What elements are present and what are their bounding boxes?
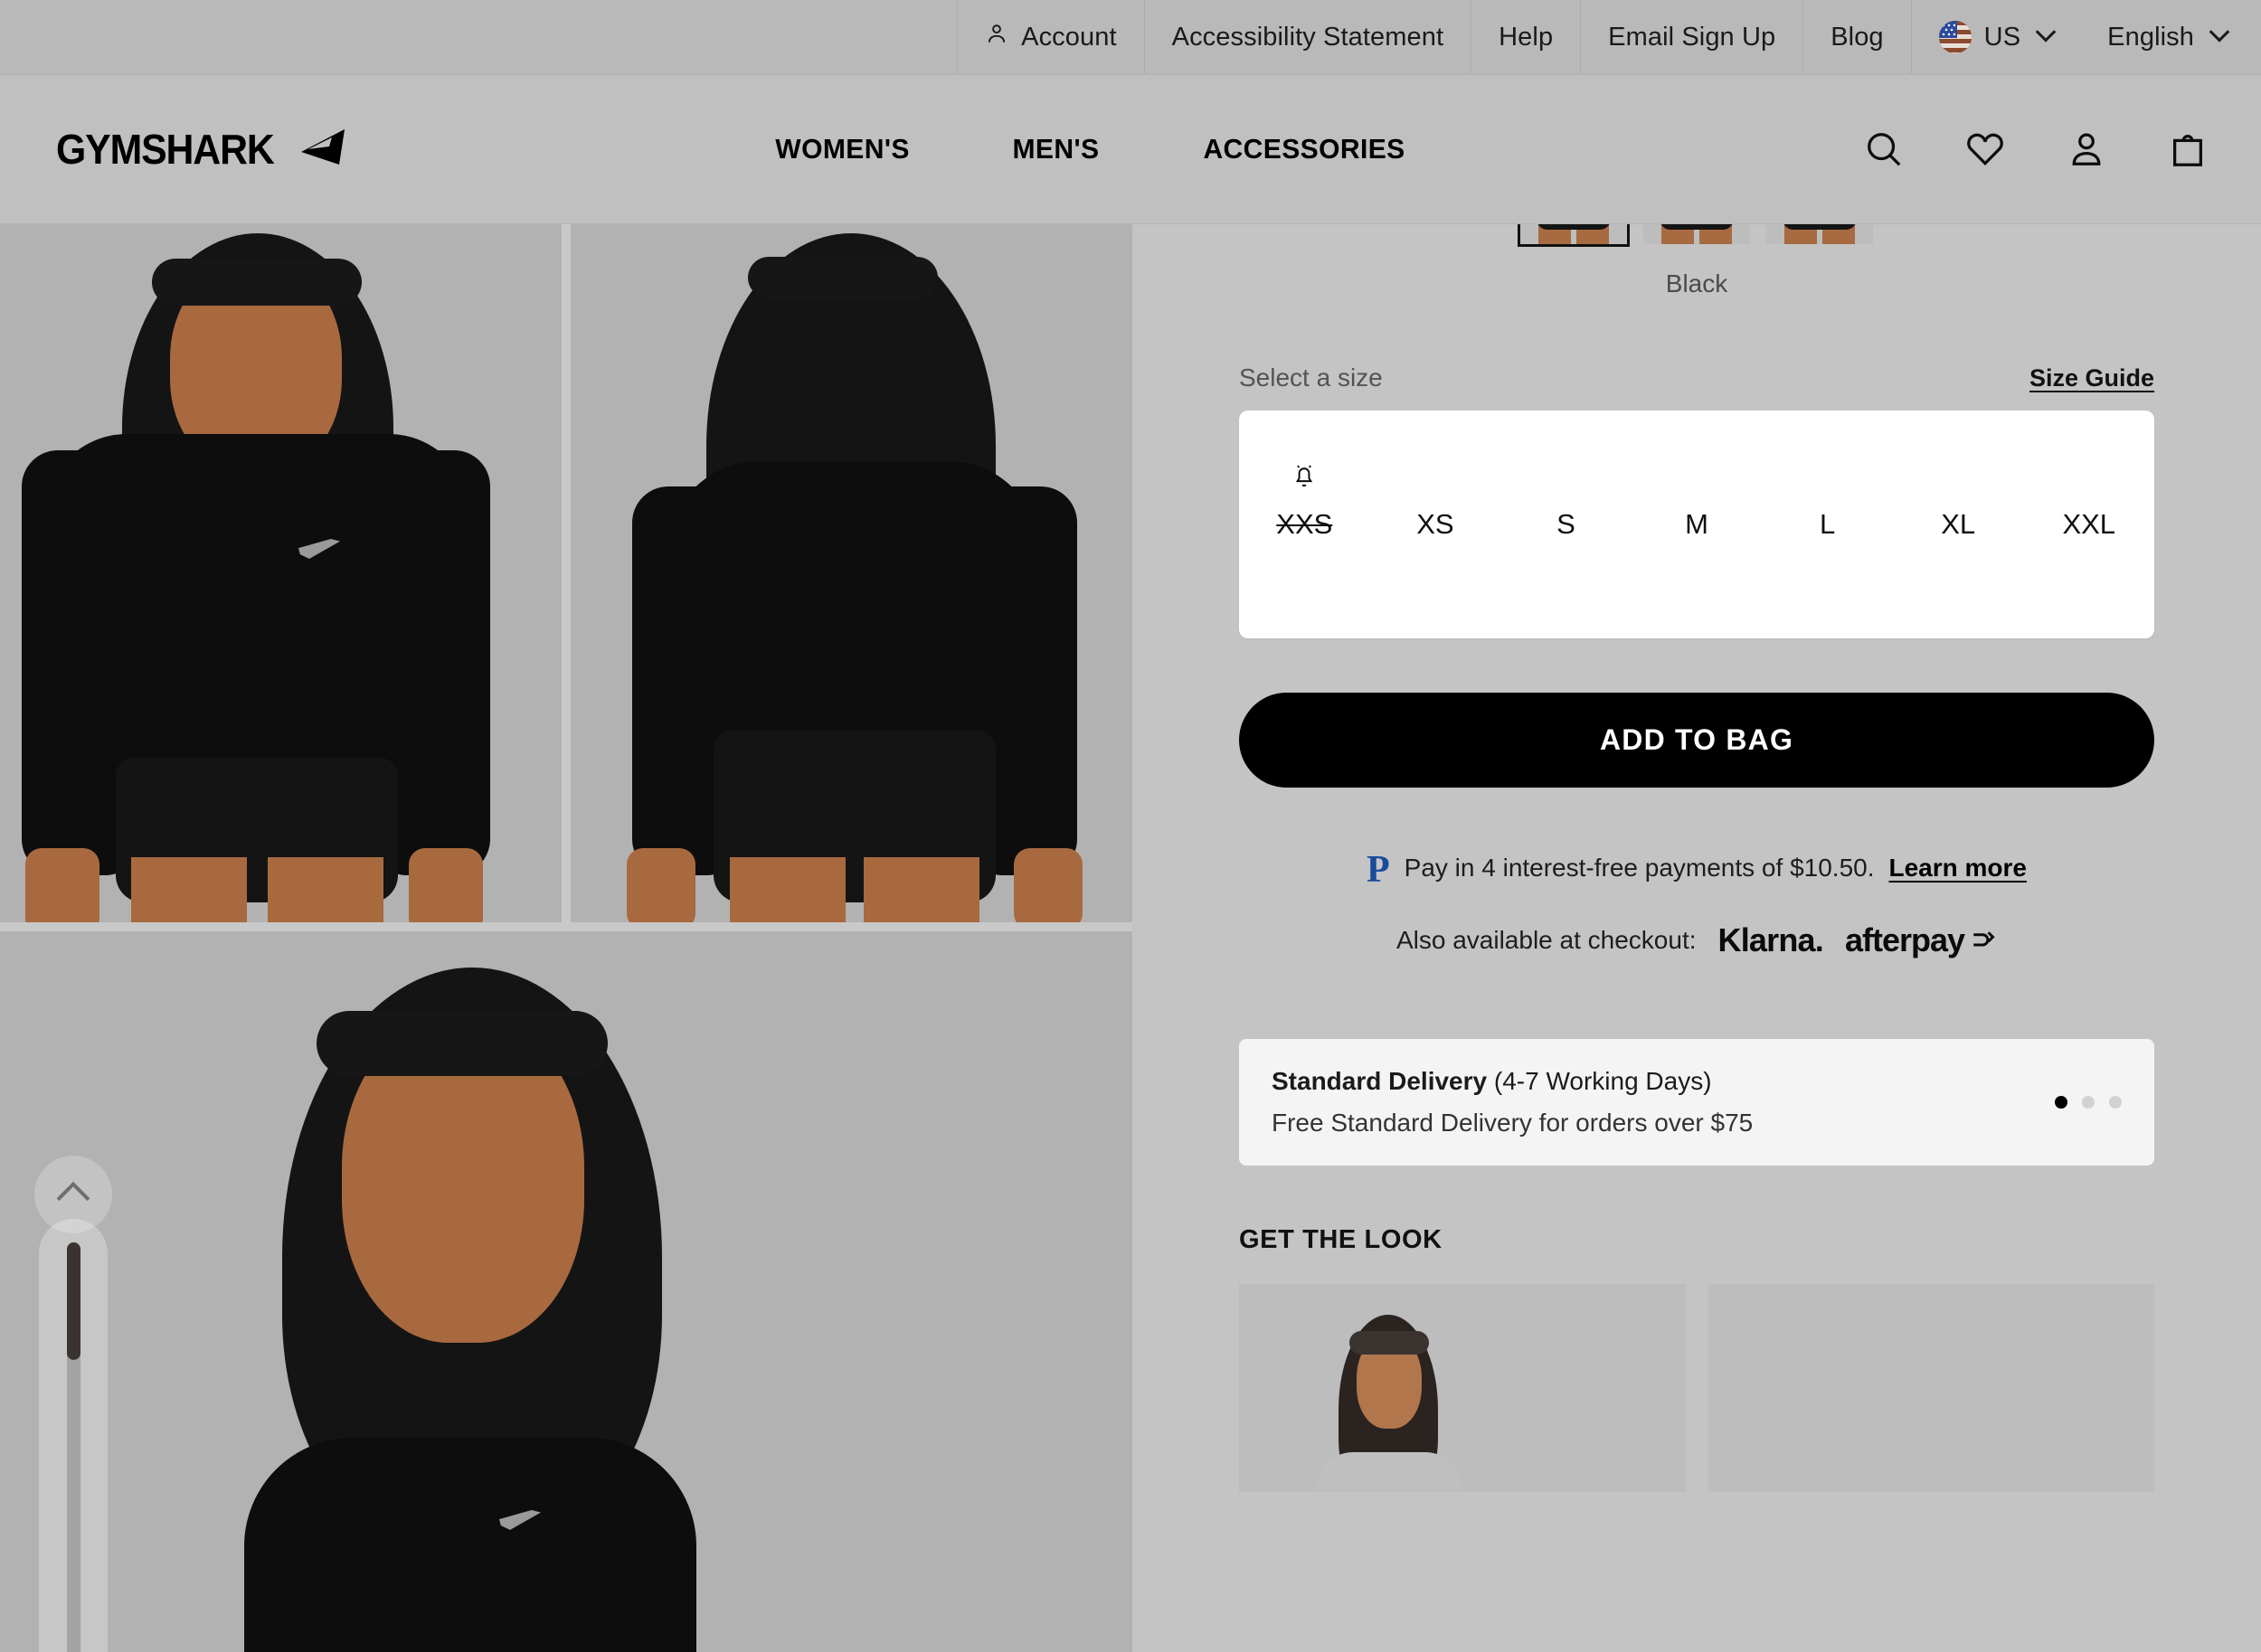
page-content: Black Select a size Size Guide XXS XS S … bbox=[0, 224, 2261, 1652]
size-option-xxl[interactable]: XXL bbox=[2023, 508, 2154, 541]
model-closeup bbox=[0, 931, 1132, 1652]
paypal-learn-more-link[interactable]: Learn more bbox=[1889, 854, 2028, 883]
gallery-tile-back-view[interactable] bbox=[571, 224, 1132, 922]
person-icon bbox=[985, 22, 1008, 52]
utility-item-blog[interactable]: Blog bbox=[1802, 0, 1910, 74]
paypal-installment-text: Pay in 4 interest-free payments of $10.5… bbox=[1404, 854, 1875, 882]
utility-item-account[interactable]: Account bbox=[957, 0, 1144, 74]
country-selector[interactable]: US bbox=[1910, 0, 2081, 74]
select-size-label: Select a size bbox=[1239, 363, 1383, 392]
utility-item-help[interactable]: Help bbox=[1471, 0, 1580, 74]
color-swatch-row bbox=[1239, 224, 2154, 247]
model-back bbox=[571, 224, 1132, 922]
notify-bell-icon[interactable] bbox=[1291, 461, 1318, 497]
gallery-scrollbar-track[interactable] bbox=[39, 1219, 108, 1652]
size-option-xs[interactable]: XS bbox=[1370, 508, 1501, 541]
delivery-window: (4-7 Working Days) bbox=[1493, 1067, 1712, 1095]
product-gallery bbox=[0, 224, 1132, 1652]
nav-link-mens[interactable]: MEN'S bbox=[1013, 133, 1100, 165]
size-option-label: M bbox=[1685, 508, 1708, 540]
nav-icon-group bbox=[1863, 128, 2209, 170]
carousel-dot-1[interactable] bbox=[2055, 1096, 2067, 1109]
utility-item-accessibility[interactable]: Accessibility Statement bbox=[1143, 0, 1471, 74]
delivery-text-block: Standard Delivery (4-7 Working Days) Fre… bbox=[1272, 1067, 1753, 1138]
color-swatch-black[interactable] bbox=[1518, 224, 1630, 247]
carousel-dot-3[interactable] bbox=[2109, 1096, 2122, 1109]
delivery-carousel-dots bbox=[2055, 1096, 2122, 1109]
gallery-scrollbar-thumb[interactable] bbox=[66, 1242, 80, 1360]
nav-link-womens[interactable]: WOMEN'S bbox=[775, 133, 910, 165]
klarna-logo: Klarna. bbox=[1717, 921, 1824, 958]
size-option-xxs[interactable]: XXS bbox=[1239, 465, 1370, 541]
delivery-title-row: Standard Delivery (4-7 Working Days) bbox=[1272, 1067, 1753, 1096]
carousel-dot-2[interactable] bbox=[2082, 1096, 2095, 1109]
size-option-label: XS bbox=[1416, 508, 1454, 540]
search-icon[interactable] bbox=[1863, 128, 1905, 170]
size-option-label: XL bbox=[1941, 508, 1976, 540]
utility-item-label: Blog bbox=[1831, 22, 1884, 52]
size-option-label: S bbox=[1556, 508, 1575, 540]
utility-item-email-signup[interactable]: Email Sign Up bbox=[1580, 0, 1802, 74]
utility-item-label: Email Sign Up bbox=[1608, 22, 1776, 52]
utility-item-label: Account bbox=[1021, 22, 1117, 52]
chevron-down-icon bbox=[2209, 22, 2230, 42]
delivery-info-card[interactable]: Standard Delivery (4-7 Working Days) Fre… bbox=[1239, 1039, 2154, 1166]
size-option-label: L bbox=[1819, 508, 1836, 540]
gallery-row-top bbox=[0, 224, 1132, 922]
size-selector: XXS XS S M L XL XXL bbox=[1239, 411, 2154, 638]
country-label: US bbox=[1983, 22, 2021, 52]
checkout-providers-label: Also available at checkout: bbox=[1395, 926, 1697, 954]
delivery-title: Standard Delivery bbox=[1272, 1067, 1488, 1095]
checkout-providers-row: Also available at checkout: Klarna. afte… bbox=[1239, 921, 2154, 959]
main-navigation: GYMSHARK WOMEN'S MEN'S ACCESSORIES bbox=[0, 75, 2261, 224]
bag-icon[interactable] bbox=[2167, 128, 2209, 170]
gallery-row-bottom bbox=[0, 931, 1132, 1652]
account-icon[interactable] bbox=[2066, 128, 2107, 170]
logo-wordmark: GYMSHARK bbox=[56, 126, 275, 173]
paypal-icon: P bbox=[1366, 849, 1390, 891]
get-the-look-grid bbox=[1239, 1284, 2154, 1492]
afterpay-logo: afterpay bbox=[1845, 921, 1997, 959]
gymshark-logo[interactable]: GYMSHARK bbox=[56, 125, 346, 174]
add-to-bag-button[interactable]: ADD TO BAG bbox=[1239, 693, 2154, 788]
size-option-s[interactable]: S bbox=[1500, 508, 1632, 541]
get-the-look-card-1[interactable] bbox=[1239, 1284, 1686, 1492]
heart-icon[interactable] bbox=[1964, 128, 2006, 170]
utility-item-label: Accessibility Statement bbox=[1171, 22, 1444, 52]
chevron-down-icon bbox=[2035, 22, 2057, 42]
size-option-label: XXL bbox=[2062, 508, 2116, 540]
size-option-xl[interactable]: XL bbox=[1893, 508, 2024, 541]
model-front bbox=[0, 224, 562, 922]
language-selector[interactable]: English bbox=[2080, 0, 2261, 74]
size-option-label: XXS bbox=[1276, 508, 1333, 540]
size-header: Select a size Size Guide bbox=[1239, 363, 2154, 392]
shark-fin-icon bbox=[299, 128, 346, 171]
get-the-look-title: GET THE LOOK bbox=[1239, 1225, 1443, 1254]
gallery-scrollbar[interactable] bbox=[66, 1242, 80, 1652]
us-flag-icon bbox=[1938, 21, 1972, 53]
utility-bar: Account Accessibility Statement Help Ema… bbox=[0, 0, 2261, 75]
gallery-tile-closeup-view[interactable] bbox=[0, 931, 1132, 1652]
language-label: English bbox=[2107, 22, 2194, 52]
paypal-installments-row: P Pay in 4 interest-free payments of $10… bbox=[1239, 849, 2154, 891]
afterpay-wordmark: afterpay bbox=[1844, 921, 1965, 958]
size-option-m[interactable]: M bbox=[1632, 508, 1763, 541]
color-swatch-2[interactable] bbox=[1643, 224, 1750, 244]
nav-links: WOMEN'S MEN'S ACCESSORIES bbox=[773, 133, 1408, 165]
size-option-l[interactable]: L bbox=[1762, 508, 1893, 541]
size-guide-link[interactable]: Size Guide bbox=[2029, 364, 2154, 392]
product-info-panel: Black Select a size Size Guide XXS XS S … bbox=[1132, 224, 2261, 1652]
get-the-look-card-2[interactable] bbox=[1708, 1284, 2154, 1492]
nav-link-accessories[interactable]: ACCESSORIES bbox=[1203, 133, 1405, 165]
selected-color-name: Black bbox=[1665, 269, 1728, 297]
utility-item-label: Help bbox=[1499, 22, 1554, 52]
chevron-up-icon bbox=[56, 1181, 90, 1215]
color-swatch-3[interactable] bbox=[1766, 224, 1873, 244]
delivery-note: Free Standard Delivery for orders over $… bbox=[1272, 1109, 1754, 1137]
gallery-tile-front-view[interactable] bbox=[0, 224, 562, 922]
